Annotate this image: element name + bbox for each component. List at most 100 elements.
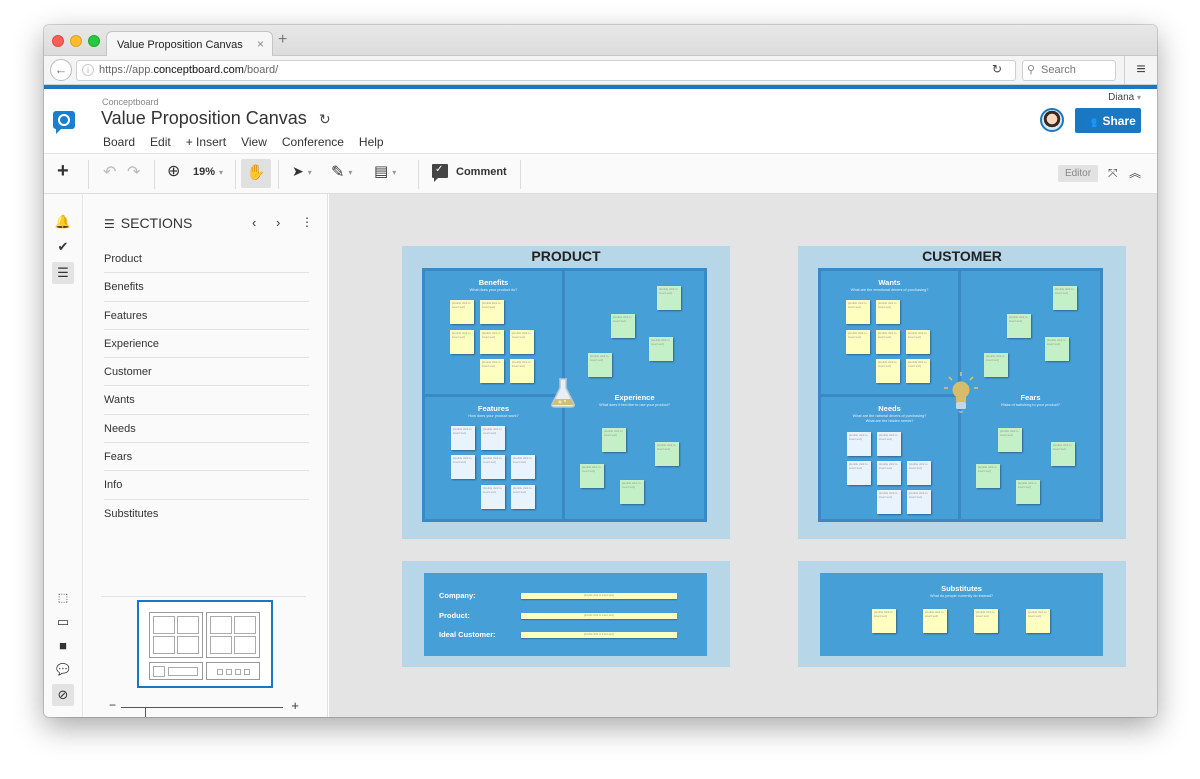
sticky-note[interactable]: [double click to insert text] bbox=[846, 330, 870, 354]
presentation-icon[interactable]: ▭ bbox=[52, 611, 74, 633]
product-field[interactable]: [double click to insert text] bbox=[521, 613, 677, 619]
sticky-note[interactable]: [double click to insert text] bbox=[480, 359, 504, 383]
section-item-experience[interactable]: Experience bbox=[104, 330, 309, 359]
navigator-compass-icon[interactable]: ⊘ bbox=[52, 684, 74, 706]
product-frame[interactable]: PRODUCT Benefits What does your product … bbox=[402, 246, 730, 539]
sticky-note[interactable]: [double click to insert text] bbox=[876, 330, 900, 354]
minimize-window-button[interactable] bbox=[70, 35, 82, 47]
sticky-note[interactable]: [double click to insert text] bbox=[1045, 337, 1069, 361]
sticky-note[interactable]: [double click to insert text] bbox=[611, 314, 635, 338]
section-item-features[interactable]: Features bbox=[104, 302, 309, 330]
minimap-viewport[interactable] bbox=[137, 600, 273, 688]
sections-list-icon[interactable]: ☰ bbox=[52, 262, 74, 284]
experience-section[interactable]: Experience What does it feel like to use… bbox=[565, 271, 704, 519]
share-button[interactable]: 👥 Share bbox=[1075, 108, 1141, 133]
sticky-note[interactable]: [double click to insert text] bbox=[984, 353, 1008, 377]
menu-conference[interactable]: Conference bbox=[282, 135, 344, 149]
redo-icon[interactable]: ↷ bbox=[127, 162, 140, 182]
ideal-customer-field[interactable]: [double click to insert text] bbox=[521, 632, 677, 638]
zoom-slider[interactable]: − + bbox=[109, 698, 299, 717]
avatar[interactable] bbox=[1040, 108, 1064, 132]
sticky-note[interactable]: [double click to insert text] bbox=[876, 300, 900, 324]
user-menu[interactable]: Diana ▾ bbox=[1108, 92, 1141, 103]
sticky-note[interactable]: [double click to insert text] bbox=[877, 490, 901, 514]
sticky-note[interactable]: [double click to insert text] bbox=[1016, 480, 1040, 504]
zoom-slider-track[interactable] bbox=[121, 707, 283, 717]
section-item-wants[interactable]: Wants bbox=[104, 386, 309, 415]
sticky-note[interactable]: [double click to insert text] bbox=[620, 480, 644, 504]
sticky-note[interactable]: [double click to insert text] bbox=[480, 330, 504, 354]
sticky-note[interactable]: [double click to insert text] bbox=[998, 428, 1022, 452]
menu-edit[interactable]: Edit bbox=[150, 135, 171, 149]
sticky-note[interactable]: [double click to insert text] bbox=[1051, 442, 1075, 466]
sticky-note[interactable]: [double click to insert text] bbox=[510, 359, 534, 383]
zoom-in-button[interactable]: + bbox=[291, 698, 299, 713]
sticky-note[interactable]: [double click to insert text] bbox=[580, 464, 604, 488]
menu-view[interactable]: View bbox=[241, 135, 267, 149]
section-item-product[interactable]: Product bbox=[104, 245, 309, 274]
video-icon[interactable]: ■ bbox=[52, 635, 74, 657]
browser-search-input[interactable]: ⚲ Search bbox=[1022, 60, 1116, 81]
next-section-button[interactable]: › bbox=[276, 215, 280, 230]
section-item-substitutes[interactable]: Substitutes bbox=[104, 500, 309, 528]
sticky-note[interactable]: [double click to insert text] bbox=[481, 485, 505, 509]
sticky-note[interactable]: [double click to insert text] bbox=[876, 359, 900, 383]
sticky-note[interactable]: [double click to insert text] bbox=[657, 286, 681, 310]
sticky-note[interactable]: [double click to insert text] bbox=[602, 428, 626, 452]
sticky-note[interactable]: [double click to insert text] bbox=[451, 426, 475, 450]
menu-insert[interactable]: + Insert bbox=[186, 135, 226, 149]
needs-section[interactable]: Needs What are the rational drivers of p… bbox=[821, 397, 958, 519]
board-canvas[interactable]: PRODUCT Benefits What does your product … bbox=[329, 194, 1157, 717]
info-frame[interactable]: Company: [double click to insert text] P… bbox=[402, 561, 730, 667]
undo-icon[interactable]: ↶ bbox=[103, 162, 116, 182]
zoom-slider-thumb[interactable] bbox=[145, 707, 146, 717]
sticky-note[interactable]: [double click to insert text] bbox=[906, 359, 930, 383]
section-item-benefits[interactable]: Benefits bbox=[104, 273, 309, 302]
sticky-note[interactable]: [double click to insert text] bbox=[451, 455, 475, 479]
sticky-note[interactable]: [double click to insert text] bbox=[847, 461, 871, 485]
maximize-window-button[interactable] bbox=[88, 35, 100, 47]
fullscreen-icon[interactable]: ⤧ bbox=[1108, 166, 1118, 181]
menu-help[interactable]: Help bbox=[359, 135, 384, 149]
sticky-note[interactable]: [double click to insert text] bbox=[481, 455, 505, 479]
sticky-note[interactable]: [double click to insert text] bbox=[907, 490, 931, 514]
conceptboard-logo-icon[interactable] bbox=[53, 111, 75, 134]
sticky-note[interactable]: [double click to insert text] bbox=[649, 337, 673, 361]
sticky-note[interactable]: [double click to insert text] bbox=[1007, 314, 1031, 338]
customer-frame[interactable]: CUSTOMER Wants What are the emotional dr… bbox=[798, 246, 1126, 539]
sticky-note[interactable]: [double click to insert text] bbox=[847, 432, 871, 456]
benefits-section[interactable]: Benefits What does your product do? [dou… bbox=[425, 271, 562, 394]
sticky-note[interactable]: [double click to insert text] bbox=[655, 442, 679, 466]
sticky-note[interactable]: [double click to insert text] bbox=[846, 300, 870, 324]
sticky-note[interactable]: [double click to insert text] bbox=[906, 330, 930, 354]
company-field[interactable]: [double click to insert text] bbox=[521, 593, 677, 599]
browser-menu-icon[interactable]: ≡ bbox=[1124, 56, 1157, 85]
select-tool-button[interactable]: ➤ ▾ bbox=[292, 163, 312, 180]
bell-icon[interactable]: 🔔 bbox=[52, 211, 74, 233]
sticky-note[interactable]: [double click to insert text] bbox=[511, 485, 535, 509]
sticky-note[interactable]: [double click to insert text] bbox=[510, 330, 534, 354]
url-input[interactable]: i https://app.conceptboard.com/board/ bbox=[76, 60, 1016, 81]
features-section[interactable]: Features How does your product work? [do… bbox=[425, 397, 562, 519]
comment-button[interactable]: Comment bbox=[456, 166, 507, 178]
menu-board[interactable]: Board bbox=[103, 135, 135, 149]
sticky-note[interactable]: [double click to insert text] bbox=[480, 300, 504, 324]
previous-section-button[interactable]: ‹ bbox=[252, 215, 256, 230]
sticky-note[interactable]: [double click to insert text] bbox=[877, 432, 901, 456]
browser-tab[interactable]: Value Proposition Canvas × bbox=[106, 31, 273, 57]
hand-tool-button[interactable]: ✋ bbox=[241, 159, 271, 188]
check-circle-icon[interactable]: ✔ bbox=[52, 236, 74, 258]
sticky-note[interactable]: [double click to insert text] bbox=[450, 300, 474, 324]
sticky-note[interactable]: [double click to insert text] bbox=[976, 464, 1000, 488]
sticky-note[interactable]: [double click to insert text] bbox=[872, 609, 896, 633]
back-button[interactable]: ← bbox=[50, 59, 72, 81]
sticky-note[interactable]: [double click to insert text] bbox=[877, 461, 901, 485]
add-icon[interactable]: + bbox=[57, 160, 69, 183]
board-title[interactable]: Value Proposition Canvas bbox=[101, 108, 307, 129]
zoom-out-button[interactable]: − bbox=[109, 698, 116, 712]
sticky-note[interactable]: [double click to insert text] bbox=[1026, 609, 1050, 633]
substitutes-frame[interactable]: Substitutes What do people currently do … bbox=[798, 561, 1126, 667]
chat-icon[interactable]: 💬 bbox=[52, 659, 74, 681]
section-item-needs[interactable]: Needs bbox=[104, 415, 309, 444]
close-window-button[interactable] bbox=[52, 35, 64, 47]
